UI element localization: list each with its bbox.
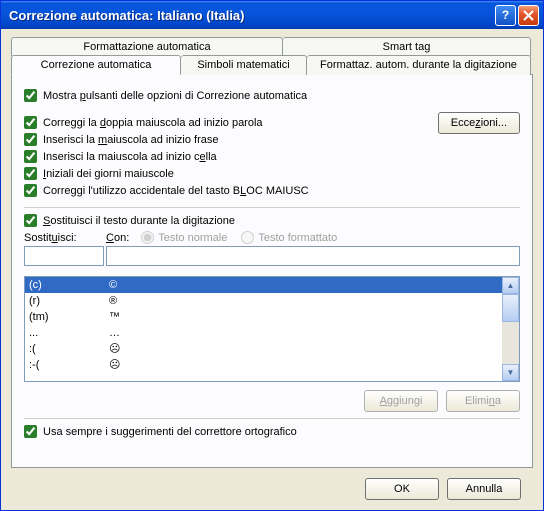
separator-2 (24, 418, 520, 419)
chk-giorni[interactable] (24, 167, 37, 180)
replace-list[interactable]: (c)©(r)®(tm)™...…:(☹:-(☹ ▲ ▼ (24, 276, 520, 382)
chk-mostra-pulsanti[interactable] (24, 89, 37, 102)
list-item-value: ☹ (105, 341, 502, 357)
chk-bloc-maiusc[interactable] (24, 184, 37, 197)
list-item-key: (c) (25, 277, 105, 293)
scroll-down-button[interactable]: ▼ (502, 364, 519, 381)
window-title: Correzione automatica: Italiano (Italia) (9, 8, 493, 23)
lbl-inizio-frase: Inserisci la maiuscola ad inizio frase (43, 134, 219, 146)
tab-formattaz-digitazione[interactable]: Formattaz. autom. durante la digitazione (307, 55, 531, 75)
radio-testo-formattato: Testo formattato (241, 231, 337, 244)
row-mostra-pulsanti: Mostra pulsanti delle opzioni di Correzi… (24, 89, 520, 102)
list-item-value: ☹ (105, 357, 502, 373)
tab-simboli-matematici[interactable]: Simboli matematici (181, 55, 307, 75)
elimina-button[interactable]: Elimina (446, 390, 520, 412)
lbl-mostra-pulsanti: Mostra pulsanti delle opzioni di Correzi… (43, 90, 307, 102)
tab-correzione-automatica[interactable]: Correzione automatica (11, 55, 181, 75)
chk-sostituisci-testo[interactable] (24, 214, 37, 227)
list-item-key: (r) (25, 293, 105, 309)
list-item-value: ™ (105, 309, 502, 325)
list-item[interactable]: (r)® (25, 293, 502, 309)
lbl-bloc-maiusc: Correggi l'utilizzo accidentale del tast… (43, 185, 309, 197)
help-button[interactable]: ? (495, 5, 516, 26)
list-item-value: … (105, 325, 502, 341)
input-con[interactable] (106, 246, 520, 266)
lbl-sostituisci: Sostituisci: (24, 232, 106, 244)
client-area: Formattazione automatica Smart tag Corre… (1, 29, 543, 510)
list-item-key: :( (25, 341, 105, 357)
tab-panel: Mostra pulsanti delle opzioni di Correzi… (11, 74, 533, 468)
radio-testo-formattato-input (241, 231, 254, 244)
close-icon (523, 10, 534, 21)
ok-button[interactable]: OK (365, 478, 439, 500)
chk-doppia-maiuscola[interactable] (24, 116, 37, 129)
lbl-con: Con: (106, 232, 129, 244)
radio-testo-normale-input (141, 231, 154, 244)
scroll-thumb[interactable] (502, 294, 519, 322)
radio-testo-normale: Testo normale (141, 231, 227, 244)
lbl-giorni: Iniziali dei giorni maiuscole (43, 168, 174, 180)
lbl-inizio-cella: Inserisci la maiuscola ad inizio cella (43, 151, 217, 163)
titlebar: Correzione automatica: Italiano (Italia)… (1, 1, 543, 29)
list-item-key: ... (25, 325, 105, 341)
chk-inizio-frase[interactable] (24, 133, 37, 146)
scroll-up-button[interactable]: ▲ (502, 277, 519, 294)
tabs: Formattazione automatica Smart tag Corre… (11, 37, 533, 74)
dialog-window: Correzione automatica: Italiano (Italia)… (0, 0, 544, 511)
annulla-button[interactable]: Annulla (447, 478, 521, 500)
tab-formattazione-automatica[interactable]: Formattazione automatica (11, 37, 283, 56)
list-item-key: :-( (25, 357, 105, 373)
lbl-doppia-maiuscola: Correggi la doppia maiuscola ad inizio p… (43, 117, 263, 129)
list-item[interactable]: ...… (25, 325, 502, 341)
scrollbar[interactable]: ▲ ▼ (502, 277, 519, 381)
list-item[interactable]: (c)© (25, 277, 502, 293)
list-item-value: ® (105, 293, 502, 309)
chk-suggerimenti[interactable] (24, 425, 37, 438)
separator (24, 207, 520, 208)
lbl-suggerimenti: Usa sempre i suggerimenti del correttore… (43, 426, 297, 438)
list-item[interactable]: (tm)™ (25, 309, 502, 325)
lbl-sostituisci-testo: Sostituisci il testo durante la digitazi… (43, 215, 235, 227)
chk-inizio-cella[interactable] (24, 150, 37, 163)
aggiungi-button[interactable]: Aggiungi (364, 390, 438, 412)
input-sostituisci[interactable] (24, 246, 104, 266)
scroll-track[interactable] (502, 322, 519, 364)
list-item[interactable]: :(☹ (25, 341, 502, 357)
list-item-key: (tm) (25, 309, 105, 325)
tab-smart-tag[interactable]: Smart tag (283, 37, 531, 56)
close-button[interactable] (518, 5, 539, 26)
list-item-value: © (105, 277, 502, 293)
eccezioni-button[interactable]: Eccezioni... (438, 112, 520, 134)
list-item[interactable]: :-(☹ (25, 357, 502, 373)
